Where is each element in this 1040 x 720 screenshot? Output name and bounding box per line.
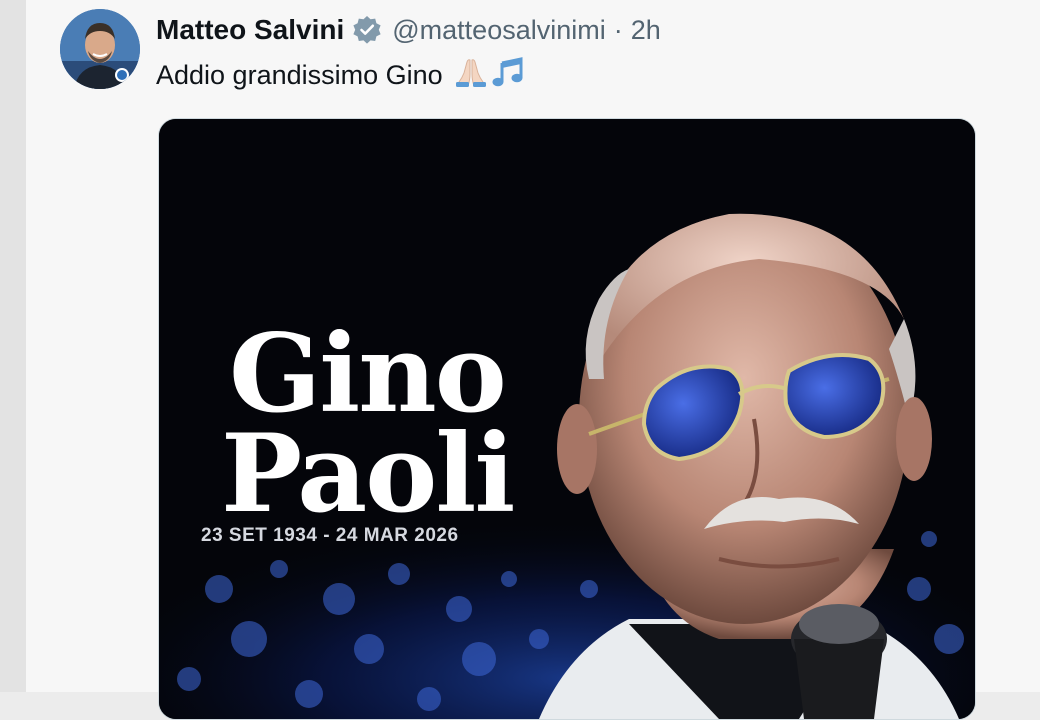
separator-dot: · bbox=[613, 14, 623, 45]
author-handle[interactable]: @matteosalvinimi bbox=[392, 15, 605, 46]
folded-hands-icon bbox=[453, 56, 489, 95]
emoji-group bbox=[453, 56, 525, 95]
verified-badge-icon[interactable] bbox=[352, 15, 382, 45]
left-gutter bbox=[0, 0, 26, 692]
author-name[interactable]: Matteo Salvini bbox=[156, 14, 344, 46]
tweet-text: Addio grandissimo Gino bbox=[156, 56, 525, 95]
media-title-line2: Paoli bbox=[221, 411, 515, 537]
musical-notes-icon bbox=[491, 56, 525, 95]
media-dates: 23 SET 1934 - 24 MAR 2026 bbox=[201, 525, 459, 546]
timestamp[interactable]: 2h bbox=[631, 15, 661, 46]
avatar[interactable] bbox=[60, 9, 140, 89]
tweet-media-image[interactable]: Gino Paoli 23 SET 1934 - 24 MAR 2026 bbox=[158, 118, 976, 720]
tweet-header: Matteo Salvini @matteosalvinimi · 2h bbox=[156, 12, 661, 48]
tweet-text-content: Addio grandissimo Gino bbox=[156, 60, 443, 90]
tweet-card[interactable]: Matteo Salvini @matteosalvinimi · 2h Add… bbox=[26, 0, 1040, 720]
